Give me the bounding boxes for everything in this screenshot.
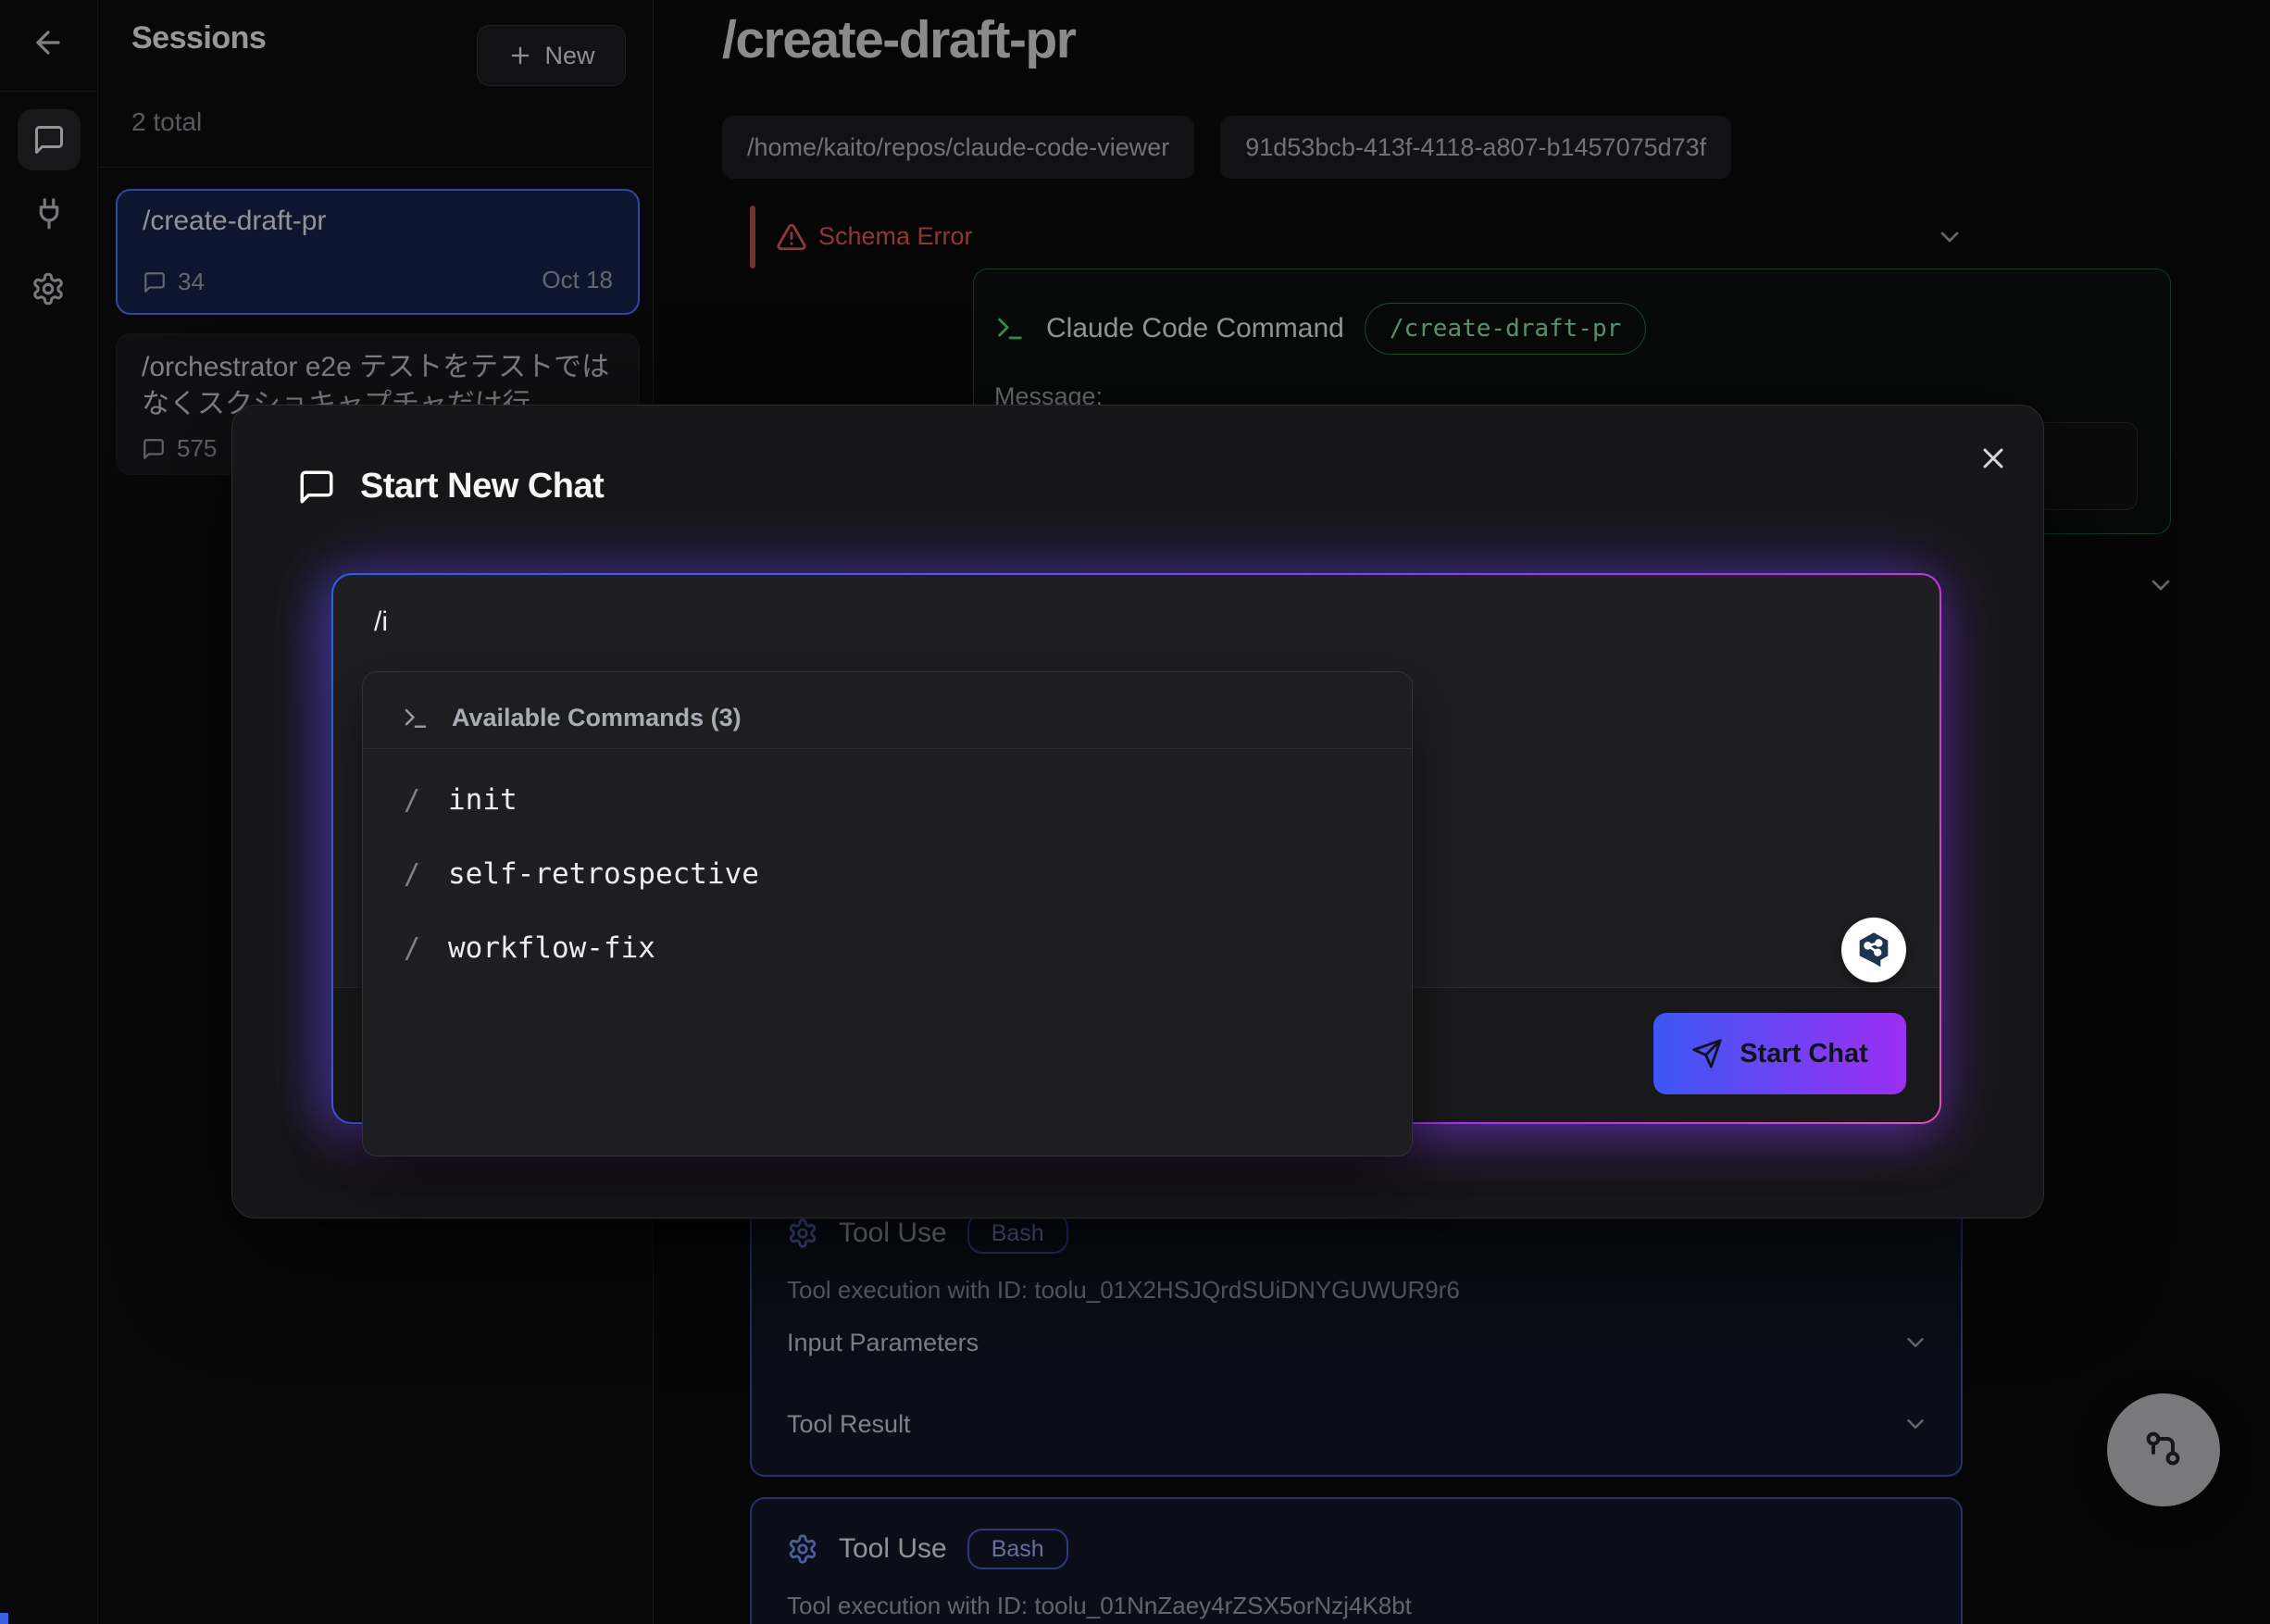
command-item-self-retrospective[interactable]: / self-retrospective xyxy=(363,837,1412,911)
command-prefix: / xyxy=(404,932,420,965)
hexagon-share-logo-icon xyxy=(1852,929,1895,971)
send-icon xyxy=(1691,1038,1723,1069)
dropdown-divider xyxy=(363,748,1412,749)
command-name: init xyxy=(448,783,518,817)
start-chat-button[interactable]: Start Chat xyxy=(1653,1013,1906,1094)
app-screen: Sessions New 2 total /create-draft-pr 34… xyxy=(0,0,2270,1624)
extension-logo-badge[interactable] xyxy=(1841,918,1906,982)
dropdown-header: Available Commands (3) xyxy=(402,704,742,732)
commands-dropdown: Available Commands (3) / init / self-ret… xyxy=(362,671,1413,1156)
chat-bubble-icon xyxy=(297,468,336,506)
close-icon xyxy=(1977,442,2010,475)
close-button[interactable] xyxy=(1973,438,2014,479)
command-item-init[interactable]: / init xyxy=(363,763,1412,837)
command-prefix: / xyxy=(404,784,420,817)
modal-title: Start New Chat xyxy=(360,467,604,506)
dropdown-heading: Available Commands (3) xyxy=(452,704,742,732)
terminal-icon xyxy=(402,705,430,732)
modal-header: Start New Chat xyxy=(297,467,604,506)
command-item-workflow-fix[interactable]: / workflow-fix xyxy=(363,911,1412,985)
command-prefix: / xyxy=(404,858,420,891)
start-new-chat-modal: Start New Chat /i Start Chat xyxy=(231,405,2044,1218)
start-chat-label: Start Chat xyxy=(1740,1039,1868,1069)
command-name: workflow-fix xyxy=(448,931,655,965)
focus-sliver xyxy=(0,1613,8,1624)
command-name: self-retrospective xyxy=(448,857,759,891)
